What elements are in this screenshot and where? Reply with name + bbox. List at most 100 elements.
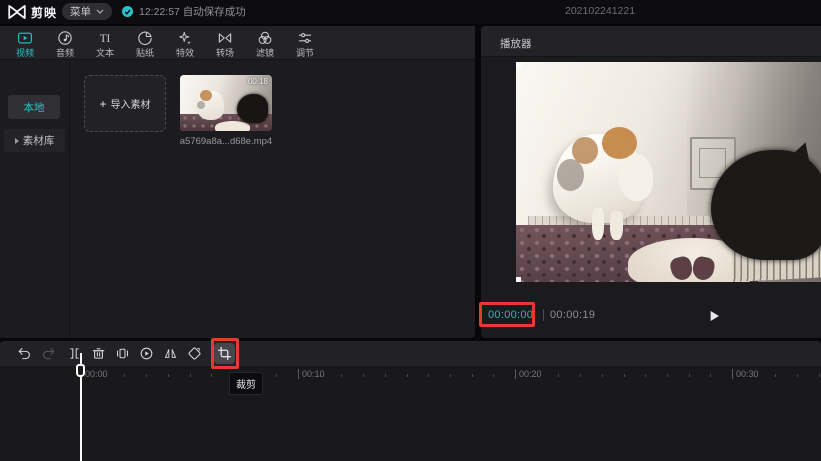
app-name: 剪映 <box>31 4 57 21</box>
audio-icon <box>56 29 74 47</box>
ruler-tick <box>710 374 711 377</box>
ruler-tick-major <box>298 369 299 379</box>
tab-transition[interactable]: 转场 <box>205 26 245 60</box>
crop-button[interactable] <box>214 343 235 364</box>
split-button[interactable] <box>64 343 85 364</box>
crop-handle-top-left[interactable] <box>516 62 521 67</box>
ruler-tick <box>819 374 820 377</box>
clip-art-pillow <box>215 121 250 131</box>
tab-text[interactable]: TI文本 <box>85 26 125 60</box>
player-controls: 00:00:00 00:00:19 <box>481 300 821 332</box>
plus-icon: + <box>99 97 106 111</box>
delete-icon <box>88 345 109 362</box>
media-tab-bar: 视频 音频 TI文本贴纸特效转场滤镜调节 <box>0 26 475 60</box>
freeze-frame-icon <box>112 345 133 362</box>
media-clip-thumbnail[interactable]: 已添加 00:18 <box>180 75 272 131</box>
adjust-icon <box>296 29 314 47</box>
rotate-button[interactable] <box>184 343 205 364</box>
caret-right-icon <box>15 138 19 144</box>
project-title: 202102241221 <box>565 5 635 17</box>
tab-label: 音频 <box>56 48 74 58</box>
player-header: 播放器 <box>481 26 821 57</box>
tab-sticker[interactable]: 贴纸 <box>125 26 165 60</box>
reverse-icon <box>136 345 157 362</box>
sidebar-item-local[interactable]: 本地 <box>8 95 60 119</box>
crop-handle-bottom-left[interactable] <box>516 277 521 282</box>
ruler-tick <box>775 374 776 377</box>
svg-text:TI: TI <box>100 32 111 44</box>
autosave-text: 12:22:57 自动保存成功 <box>139 4 246 19</box>
tab-label: 视频 <box>16 48 34 58</box>
tab-label: 调节 <box>296 48 314 58</box>
media-panel: 视频 音频 TI文本贴纸特效转场滤镜调节 本地 素材库 + 导入素材 已添加 00:… <box>0 26 475 338</box>
chevron-down-icon <box>96 9 104 14</box>
ruler-tick <box>146 374 147 377</box>
crop-icon <box>214 345 235 362</box>
undo-button[interactable] <box>14 343 35 364</box>
app-logo-icon <box>7 3 27 21</box>
ruler-tick <box>797 374 798 377</box>
undo-icon <box>14 345 35 362</box>
mirror-icon <box>160 345 181 362</box>
ruler-tick-major <box>732 369 733 379</box>
tab-adjust[interactable]: 调节 <box>285 26 325 60</box>
sticker-icon <box>136 29 154 47</box>
playhead-handle[interactable] <box>76 364 85 377</box>
rotate-icon <box>184 345 205 362</box>
ruler-tick <box>450 374 451 377</box>
tab-video[interactable]: 视频 <box>5 26 45 60</box>
sidebar-item-label: 素材库 <box>23 133 55 148</box>
import-material-button[interactable]: + 导入素材 <box>84 75 166 132</box>
clip-added-badge: 已添加 <box>183 77 204 87</box>
filter-icon <box>256 29 274 47</box>
ruler-tick <box>645 374 646 377</box>
sidebar-item-label: 本地 <box>24 100 45 115</box>
transition-icon <box>216 29 234 47</box>
ruler-tick <box>211 374 212 377</box>
ruler-label: 00:30 <box>736 369 759 379</box>
ruler-tick <box>428 374 429 377</box>
ruler-tick <box>407 374 408 377</box>
tab-audio[interactable]: 音频 <box>45 26 85 60</box>
player-title: 播放器 <box>500 36 532 51</box>
video-preview[interactable] <box>516 62 821 282</box>
top-bar: 剪映 菜单 12:22:57 自动保存成功 202102241221 <box>0 0 821 24</box>
ruler-tick <box>689 374 690 377</box>
ruler-tick <box>168 374 169 377</box>
split-icon <box>64 345 85 362</box>
player-panel: 播放器 00:00:00 00:00:19 <box>481 26 821 338</box>
redo-icon <box>38 345 59 362</box>
effects-icon <box>176 29 194 47</box>
crop-tooltip: 裁剪 <box>229 372 263 395</box>
preview-art-black-cat <box>711 150 821 260</box>
reverse-button[interactable] <box>136 343 157 364</box>
ruler-tick <box>124 374 125 377</box>
mirror-button[interactable] <box>160 343 181 364</box>
ruler-tick <box>667 374 668 377</box>
import-label: 导入素材 <box>111 96 151 111</box>
clip-filename: a5769a8a...d68e.mp4 <box>168 136 284 147</box>
play-icon <box>706 308 722 324</box>
play-button[interactable] <box>703 305 725 327</box>
ruler-tick-major <box>515 369 516 379</box>
delete-button[interactable] <box>88 343 109 364</box>
freeze-frame-button[interactable] <box>112 343 133 364</box>
menu-label: 菜单 <box>70 4 91 19</box>
video-icon <box>16 29 34 47</box>
autosave-check-icon <box>122 6 133 17</box>
ruler-tick <box>472 374 473 377</box>
redo-button[interactable] <box>38 343 59 364</box>
playback-total-time: 00:00:19 <box>543 309 595 321</box>
menu-button[interactable]: 菜单 <box>62 3 112 20</box>
tab-filter[interactable]: 滤镜 <box>245 26 285 60</box>
timeline-toolbar <box>0 341 821 366</box>
clip-art-black-cat <box>237 94 268 123</box>
sidebar-item-library[interactable]: 素材库 <box>4 129 65 152</box>
timeline-tracks[interactable] <box>0 383 821 461</box>
tab-effects[interactable]: 特效 <box>165 26 205 60</box>
preview-art-calico-cat <box>553 117 655 240</box>
clip-duration: 00:18 <box>248 77 268 86</box>
text-icon: TI <box>96 29 114 47</box>
ruler-tick <box>341 374 342 377</box>
timeline-ruler[interactable]: 00:0000:1000:2000:30 <box>0 366 821 383</box>
